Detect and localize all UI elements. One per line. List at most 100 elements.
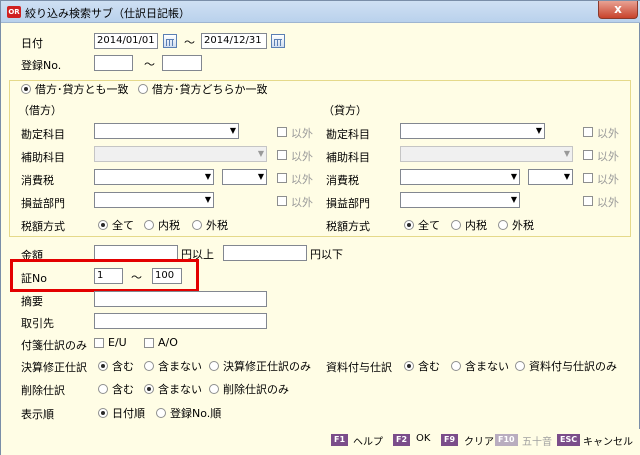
document-only-radio[interactable] [515,361,525,371]
document-label: 資料付与仕訳 [326,361,392,374]
debit-dept-except-checkbox[interactable] [277,196,287,206]
debit-tax-select[interactable]: ▼ [94,169,214,185]
date-from-input[interactable]: 2014/01/01 [94,33,158,49]
summary-label: 摘要 [21,295,43,308]
f2-key[interactable]: F2 [393,434,411,446]
f1-label[interactable]: ヘルプ [353,433,383,448]
credit-tax-except-label: 以外 [597,173,619,186]
partner-label: 取引先 [21,317,54,330]
f1-key[interactable]: F1 [331,434,349,446]
debit-tax-label: 消費税 [21,174,54,187]
voucher-no-tilde: ～ [131,271,142,284]
debit-tax-rate-select[interactable]: ▼ [222,169,267,185]
settlement-only-radio[interactable] [209,361,219,371]
deleted-include-label: 含む [112,383,134,396]
order-label: 表示順 [21,408,54,421]
order-entry-radio[interactable] [156,408,166,418]
deleted-exclude-radio[interactable] [144,384,154,394]
f2-label[interactable]: OK [416,433,430,444]
debit-tax-incl-radio[interactable] [144,220,154,230]
title-bar: OR 絞り込み検索サブ（仕訳日記帳） x [1,1,640,23]
chevron-down-icon: ▼ [563,172,570,181]
debit-dept-select[interactable]: ▼ [94,192,214,208]
ao-label: A/O [158,336,178,349]
order-date-label: 日付順 [112,407,145,420]
settlement-exclude-label: 含まない [158,360,202,373]
debit-tax-except-checkbox[interactable] [277,173,287,183]
ao-checkbox[interactable] [144,338,154,348]
debit-tax-all-radio[interactable] [98,220,108,230]
eu-label: E/U [108,336,127,349]
calendar-icon[interactable] [163,34,177,48]
esc-key[interactable]: ESC [557,434,581,446]
calendar-icon[interactable] [271,34,285,48]
esc-label[interactable]: キャンセル [583,433,633,448]
settlement-exclude-radio[interactable] [144,361,154,371]
attached-only-label: 付箋仕訳のみ [21,339,87,352]
entry-no-from-input[interactable] [94,55,133,71]
debit-sub-account-except-checkbox[interactable] [277,150,287,160]
date-tilde: ～ [184,36,195,49]
debit-account-except-checkbox[interactable] [277,127,287,137]
debit-account-except-label: 以外 [291,127,313,140]
amount-to-input[interactable] [223,245,307,261]
summary-input[interactable] [94,291,267,307]
credit-sub-account-select[interactable]: ▼ [400,146,573,162]
date-label: 日付 [21,37,43,50]
credit-tax-excl-label: 外税 [512,219,534,232]
f9-key[interactable]: F9 [441,434,459,446]
deleted-include-radio[interactable] [98,384,108,394]
voucher-no-to-input[interactable]: 100 [152,268,182,284]
debit-dept-except-label: 以外 [291,196,313,209]
document-include-radio[interactable] [404,361,414,371]
settlement-label: 決算修正仕訳 [21,361,87,374]
settlement-only-label: 決算修正仕訳のみ [223,360,311,373]
credit-tax-rate-select[interactable]: ▼ [528,169,573,185]
order-entry-label: 登録No.順 [170,407,222,420]
credit-account-except-checkbox[interactable] [583,127,593,137]
debit-header: （借方） [18,104,62,117]
debit-tax-excl-radio[interactable] [192,220,202,230]
credit-tax-except-checkbox[interactable] [583,173,593,183]
credit-tax-incl-radio[interactable] [451,220,461,230]
f9-label[interactable]: クリア [464,433,494,448]
date-to-input[interactable]: 2014/12/31 [201,33,267,49]
debit-account-select[interactable]: ▼ [94,123,239,139]
voucher-no-from-input[interactable]: 1 [94,268,123,284]
close-button[interactable]: x [598,1,638,19]
f10-label[interactable]: 五十音 [522,433,552,448]
credit-dept-select[interactable]: ▼ [400,192,520,208]
deleted-only-radio[interactable] [209,384,219,394]
debit-dept-label: 損益部門 [21,197,65,210]
credit-tax-select[interactable]: ▼ [400,169,520,185]
credit-sub-account-except-label: 以外 [597,150,619,163]
order-date-radio[interactable] [98,408,108,418]
credit-dept-except-label: 以外 [597,196,619,209]
credit-tax-method-label: 税額方式 [326,220,370,233]
partner-input[interactable] [94,313,267,329]
credit-dept-except-checkbox[interactable] [583,196,593,206]
f10-key[interactable]: F10 [495,434,518,446]
settlement-include-radio[interactable] [98,361,108,371]
document-include-label: 含む [418,360,440,373]
document-exclude-radio[interactable] [451,361,461,371]
debit-sub-account-select[interactable]: ▼ [94,146,267,162]
credit-tax-all-radio[interactable] [404,220,414,230]
eu-checkbox[interactable] [94,338,104,348]
entry-no-label: 登録No. [21,59,62,72]
credit-header: （貸方） [323,104,367,117]
credit-tax-label: 消費税 [326,174,359,187]
deleted-only-label: 削除仕訳のみ [223,383,289,396]
credit-tax-excl-radio[interactable] [498,220,508,230]
credit-dept-label: 損益部門 [326,197,370,210]
debit-tax-except-label: 以外 [291,173,313,186]
debit-tax-method-label: 税額方式 [21,220,65,233]
credit-sub-account-except-checkbox[interactable] [583,150,593,160]
credit-account-select[interactable]: ▼ [400,123,545,139]
entry-no-to-input[interactable] [162,55,202,71]
app-icon: OR [7,6,21,18]
deleted-label: 削除仕訳 [21,384,65,397]
document-exclude-label: 含まない [465,360,509,373]
chevron-down-icon: ▼ [204,195,211,204]
debit-tax-incl-label: 内税 [158,219,180,232]
